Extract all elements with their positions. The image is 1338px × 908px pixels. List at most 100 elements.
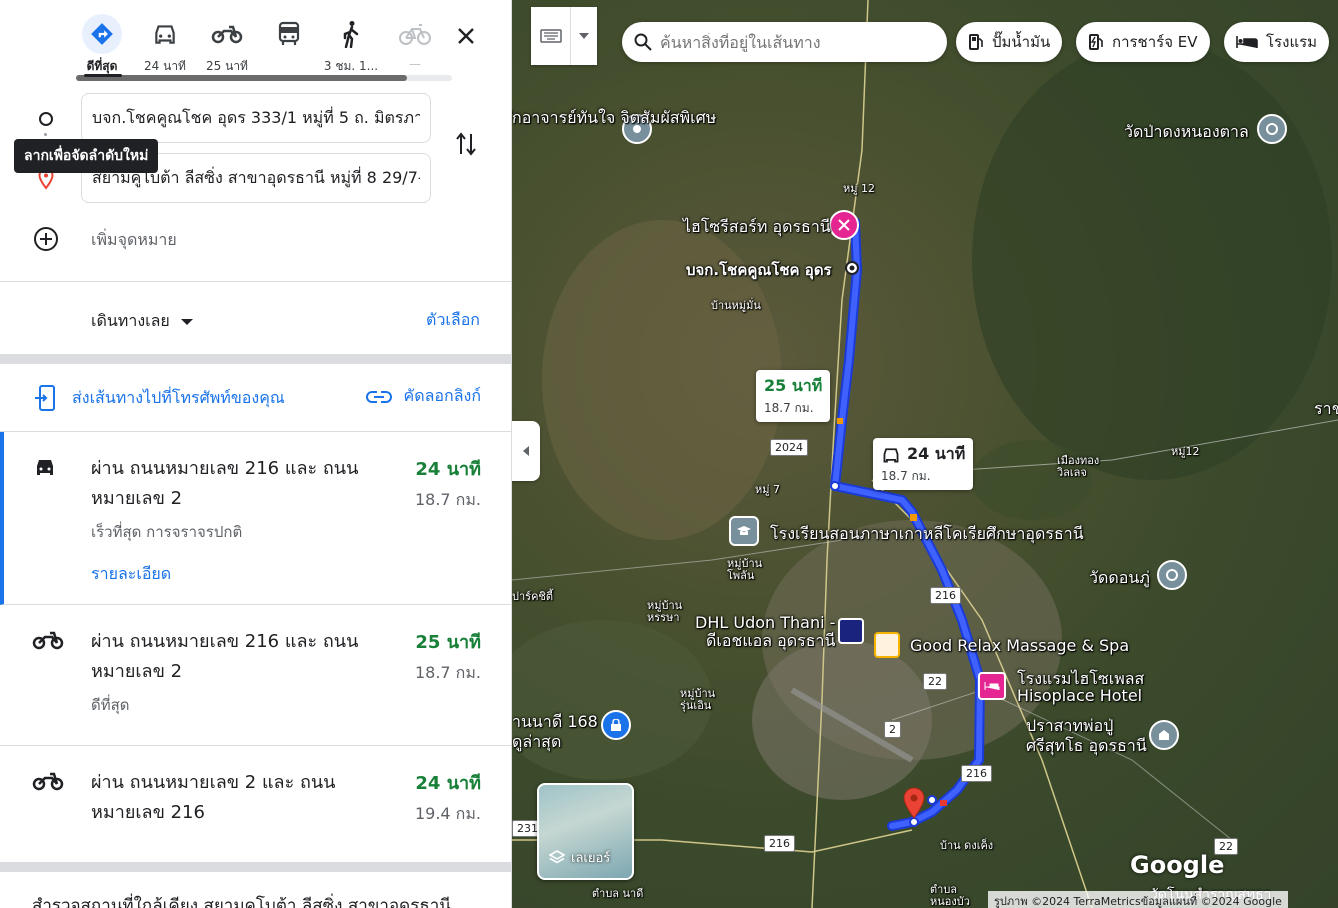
options-button[interactable]: ตัวเลือก <box>426 308 480 333</box>
map-label: หมู่ 7 <box>755 483 780 496</box>
temple-icon[interactable] <box>1157 560 1187 590</box>
section-divider <box>0 354 511 364</box>
alt-route-time-callout[interactable]: 25 นาที 18.7 กม. <box>756 370 831 422</box>
divider <box>0 281 511 282</box>
send-to-phone-icon <box>35 385 55 411</box>
destination-map-pin-icon[interactable] <box>902 787 926 819</box>
google-logo: Google <box>1130 851 1225 879</box>
map-label: ตำบล หนองบัว <box>930 883 970 908</box>
shrine-icon[interactable] <box>1149 720 1179 750</box>
mode-best[interactable]: ดีที่สุด <box>72 14 132 76</box>
layers-button[interactable]: เลเยอร์ <box>537 783 634 880</box>
motorcycle-icon <box>207 14 247 54</box>
add-destination-button[interactable]: เพิ่มจุดหมาย <box>0 220 511 257</box>
mode-scroll-thumb[interactable] <box>76 75 407 81</box>
dhl-store-icon[interactable] <box>838 618 864 644</box>
map-label: ปาร์คชิตี้ <box>512 590 554 603</box>
chip-gas-station[interactable]: ปั๊มน้ำมัน <box>956 22 1063 62</box>
copy-link-button[interactable]: คัดลอกลิงก์ <box>365 384 482 409</box>
poi-label[interactable]: โรงแรมไฮโซเพลส Hisoplace Hotel <box>1017 670 1144 704</box>
share-row: ส่งเส้นทางไปที่โทรศัพท์ของคุณ คัดลอกลิงก… <box>0 378 511 418</box>
walk-icon <box>331 14 371 54</box>
map-label: หมู่ 12 <box>843 182 875 195</box>
route-title: ผ่าน ถนนหมายเลข 216 และ ถนนหมายเลข 2 <box>91 458 359 509</box>
road-shield: 216 <box>930 587 961 604</box>
lock-icon[interactable] <box>601 710 631 740</box>
car-icon <box>32 456 58 482</box>
mode-motorcycle[interactable]: 25 นาที <box>197 14 257 76</box>
poi-label[interactable]: DHL Udon Thani - ดีเอชแอล อุดรธานี <box>695 614 835 650</box>
hotel-icon[interactable] <box>978 672 1006 700</box>
input-tools[interactable] <box>531 7 597 65</box>
poi-label[interactable]: วัดป่าดงหนองตาล <box>1124 120 1249 145</box>
temple-icon[interactable] <box>1257 114 1287 144</box>
chip-hotels[interactable]: โรงแรม <box>1224 22 1330 62</box>
map-search-box[interactable] <box>622 22 947 62</box>
origin-row <box>0 93 511 143</box>
route-time: 25 นาที <box>415 632 481 653</box>
bicycle-icon <box>395 14 435 54</box>
bus-icon <box>269 14 309 54</box>
chip-hotels-label: โรงแรม <box>1266 33 1318 51</box>
spa-icon[interactable] <box>874 632 900 658</box>
poi-label[interactable]: ักอาจารย์ทันใจ จิตสัมผัสพิเศษ <box>512 107 716 128</box>
mode-bicycle[interactable]: — <box>385 14 445 76</box>
origin-circle-icon <box>34 107 58 131</box>
poi-label[interactable]: ปราสาทพ่อปู่ ศรีสุทโธ อุดรธานี <box>1026 716 1147 756</box>
selected-route-time-callout[interactable]: 24 นาที 18.7 กม. <box>873 438 974 490</box>
route-title: ผ่าน ถนนหมายเลข 216 และ ถนนหมายเลข 2 <box>91 631 359 682</box>
poi-label[interactable]: วัดดอนภู่ <box>1089 566 1150 591</box>
route-option-2[interactable]: ผ่าน ถนนหมายเลข 216 และ ถนนหมายเลข 2 25 … <box>0 605 511 746</box>
layers-icon <box>549 849 565 863</box>
input-tools-dropdown[interactable] <box>571 7 597 65</box>
route-title: ผ่าน ถนนหมายเลข 2 และ ถนนหมายเลข 216 <box>91 772 336 823</box>
map-canvas[interactable]: ปั๊มน้ำมัน การชาร์จ EV โรงแรม 25 นาที 18… <box>512 0 1338 908</box>
route-time: 24 นาที <box>415 459 481 480</box>
close-directions-button[interactable] <box>448 18 484 54</box>
add-destination-label: เพิ่มจุดหมาย <box>91 230 177 249</box>
swap-waypoints-button[interactable] <box>448 126 484 162</box>
poi-label[interactable]: โรงเรียนสอนภาษาเกาหลีโคเรียศึกษาอุดรธานี <box>770 522 1084 547</box>
poi-label[interactable]: านนาดี 168 ดูล่าสุด <box>512 712 598 752</box>
route-details-link[interactable]: รายละเอียด <box>91 562 171 587</box>
map-label: หมู่บ้าน รุ่นเอิน <box>680 687 716 712</box>
gas-station-icon <box>969 34 983 50</box>
keyboard-icon[interactable] <box>531 7 571 65</box>
active-mode-indicator <box>84 74 122 77</box>
road-shield: 216 <box>764 835 795 852</box>
swap-icon <box>456 132 476 156</box>
chip-ev-charging[interactable]: การชาร์จ EV <box>1076 22 1210 62</box>
collapse-panel-button[interactable] <box>512 421 540 481</box>
route-time: 24 นาที <box>415 773 481 794</box>
motorcycle-icon <box>32 770 64 796</box>
chip-ev-charging-label: การชาร์จ EV <box>1112 33 1198 51</box>
route-note: ดีที่สุด <box>91 696 130 714</box>
poi-label[interactable]: Good Relax Massage & Spa <box>910 636 1129 655</box>
school-icon[interactable] <box>729 516 759 546</box>
route-distance: 19.4 กม. <box>414 804 481 823</box>
send-to-phone-button[interactable]: ส่งเส้นทางไปที่โทรศัพท์ของคุณ <box>34 384 285 412</box>
origin-input[interactable] <box>81 93 431 143</box>
route-option-3[interactable]: ผ่าน ถนนหมายเลข 2 และ ถนนหมายเลข 216 24 … <box>0 746 511 862</box>
road-shield: 2 <box>884 721 901 738</box>
search-along-route-input[interactable] <box>660 32 920 52</box>
depart-now-dropdown[interactable]: เดินทางเลย <box>91 309 194 334</box>
copy-link-label: คัดลอกลิงก์ <box>403 386 482 405</box>
mode-scroll-track[interactable] <box>76 75 452 81</box>
chip-gas-station-label: ปั๊มน้ำมัน <box>992 33 1051 51</box>
depart-now-label: เดินทางเลย <box>91 311 170 330</box>
add-circle-icon <box>32 225 60 257</box>
route-option-1[interactable]: ผ่าน ถนนหมายเลข 216 และ ถนนหมายเลข 2 24 … <box>0 432 511 605</box>
mode-transit[interactable] <box>259 14 319 76</box>
section-divider <box>0 862 511 872</box>
origin-map-label[interactable]: บจก.โชคคูณโชค อุดร <box>686 258 832 282</box>
motorcycle-icon <box>32 629 64 655</box>
resort-icon[interactable] <box>829 210 859 240</box>
poi-label[interactable]: ไฮโซรีสอร์ท อุดรธานี <box>683 215 831 240</box>
mode-walk[interactable]: 3 ชม. 1... <box>321 14 381 76</box>
route-distance: 18.7 กม. <box>414 490 481 509</box>
caret-down-icon <box>180 318 193 325</box>
drag-reorder-tooltip: ลากเพื่อจัดลำดับใหม่ <box>14 139 159 173</box>
mode-drive[interactable]: 24 นาที <box>135 14 195 76</box>
layers-label: เลเยอร์ <box>571 851 611 866</box>
